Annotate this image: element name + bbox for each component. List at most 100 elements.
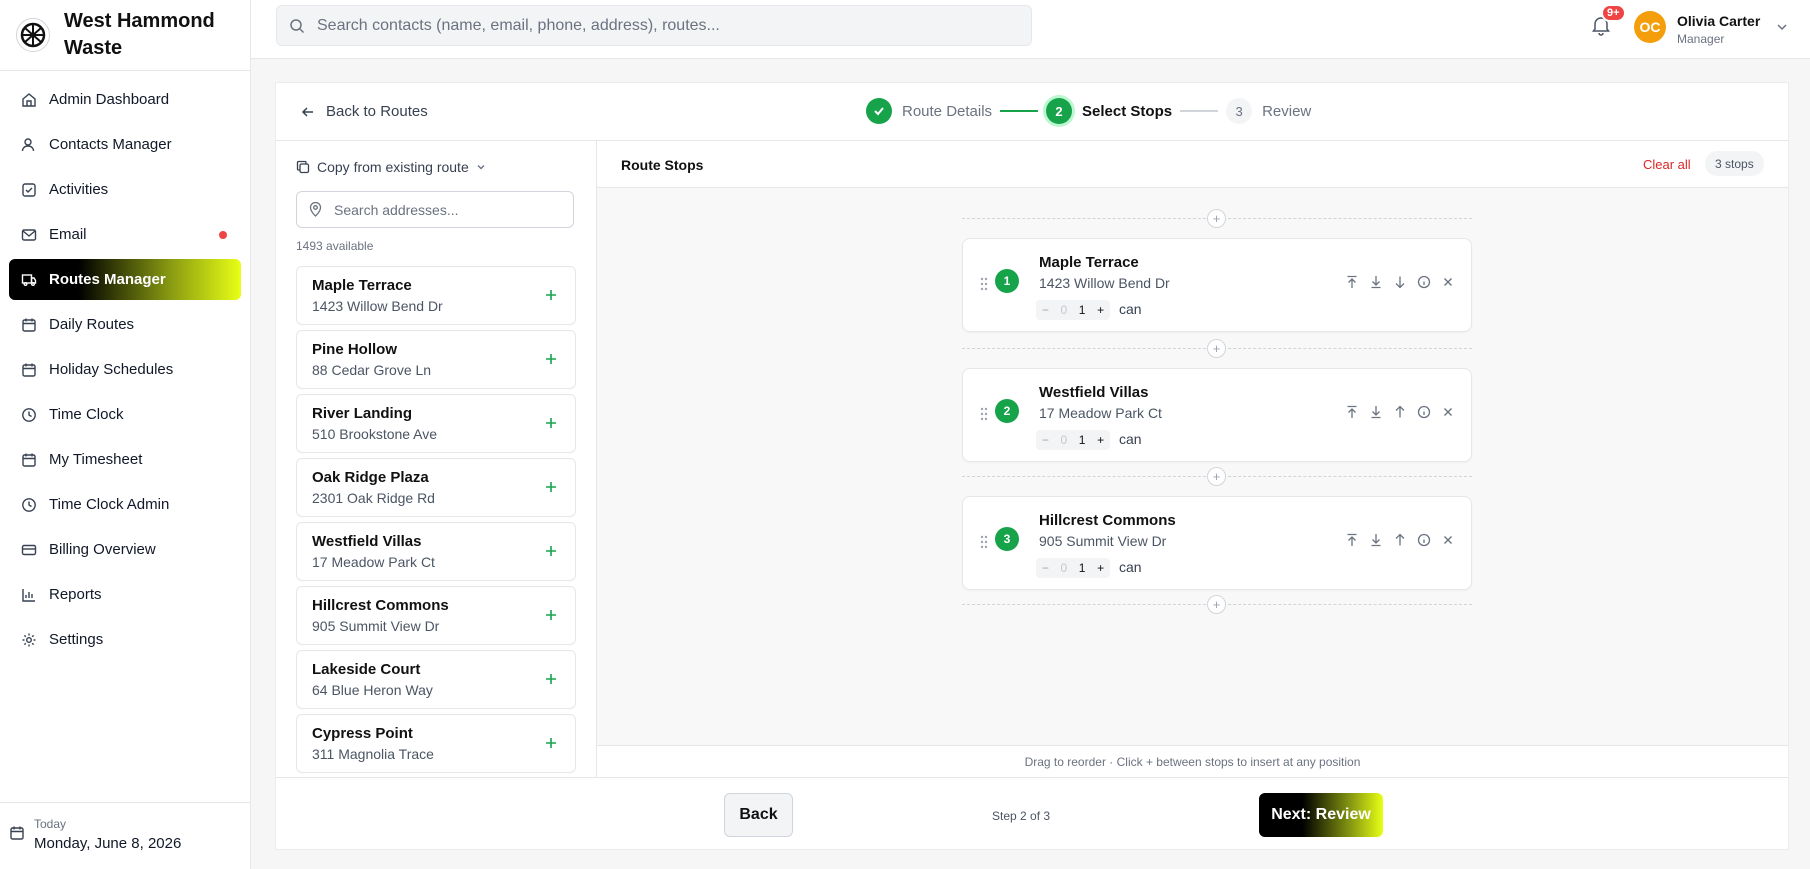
address-search[interactable] [296,191,574,228]
qty-value[interactable]: 1 [1079,433,1086,447]
info-icon[interactable] [1417,533,1431,547]
info-icon[interactable] [1417,405,1431,419]
sidebar-item-label: Billing Overview [49,541,156,558]
qty-decrement-button[interactable]: − [1042,433,1049,447]
move-to-top-icon[interactable] [1345,533,1359,547]
qty-increment-button[interactable]: + [1097,561,1104,575]
step-label-route-details[interactable]: Route Details [902,103,992,120]
address-item[interactable]: Westfield Villas 17 Meadow Park Ct [296,522,576,581]
sidebar-item-my-timesheet[interactable]: My Timesheet [9,439,241,480]
wizard-footer: Back Step 2 of 3 Next: Review [276,777,1788,849]
sidebar-item-email[interactable]: Email [9,214,241,255]
address-item[interactable]: Maple Terrace 1423 Willow Bend Dr [296,266,576,325]
add-stop-plus-icon[interactable] [543,607,559,623]
address-name: Pine Hollow [312,341,398,358]
global-search[interactable] [276,5,1032,46]
unread-dot [219,230,227,239]
address-item[interactable]: River Landing 510 Brookstone Ave [296,394,576,453]
next-review-button[interactable]: Next: Review [1259,793,1383,837]
stop-actions [1345,533,1465,547]
add-stop-plus-icon[interactable] [543,415,559,431]
insert-stop-slot[interactable]: + [962,466,1472,486]
sidebar-item-time-clock-admin[interactable]: Time Clock Admin [9,484,241,525]
qty-increment-button[interactable]: + [1097,433,1104,447]
move-up-icon[interactable] [1393,405,1407,419]
address-name: Lakeside Court [312,661,421,678]
address-item[interactable]: Lakeside Court 64 Blue Heron Way [296,650,576,709]
add-stop-plus-icon[interactable] [543,671,559,687]
remove-stop-icon[interactable] [1441,275,1455,289]
stop-actions [1345,275,1465,289]
search-input[interactable] [317,16,997,35]
insert-stop-slot[interactable]: + [962,208,1472,228]
step-connector [1180,110,1219,112]
route-stops-panel: Route Stops Clear all 3 stops + 1 Maple … [597,141,1788,777]
address-item[interactable]: Pine Hollow 88 Cedar Grove Ln [296,330,576,389]
back-to-routes-label: Back to Routes [326,103,428,120]
calendar-icon [9,825,25,841]
sidebar-item-label: Routes Manager [49,271,166,288]
move-to-bottom-icon[interactable] [1369,275,1383,289]
sidebar-item-time-clock[interactable]: Time Clock [9,394,241,435]
qty-value[interactable]: 1 [1079,303,1086,317]
stop-card[interactable]: 2 Westfield Villas 17 Meadow Park Ct − 0… [962,368,1472,462]
stop-number: 1 [995,269,1019,293]
insert-plus-icon[interactable]: + [1207,595,1226,614]
qty-unit: can [1119,559,1142,575]
remove-stop-icon[interactable] [1441,405,1455,419]
address-item[interactable]: Oak Ridge Plaza 2301 Oak Ridge Rd [296,458,576,517]
insert-plus-icon[interactable]: + [1207,339,1226,358]
sidebar-item-holiday-schedules[interactable]: Holiday Schedules [9,349,241,390]
sidebar-item-admin-dashboard[interactable]: Admin Dashboard [9,79,241,120]
sidebar-item-settings[interactable]: Settings [9,619,241,660]
move-to-bottom-icon[interactable] [1369,533,1383,547]
drag-handle-icon[interactable] [979,534,989,550]
user-name[interactable]: Olivia Carter [1677,13,1760,29]
avatar[interactable]: OC [1634,11,1666,43]
quantity-stepper: − 0 1 + [1036,430,1110,450]
sidebar-item-billing-overview[interactable]: Billing Overview [9,529,241,570]
stop-card[interactable]: 1 Maple Terrace 1423 Willow Bend Dr − 0 … [962,238,1472,332]
insert-plus-icon[interactable]: + [1207,209,1226,228]
drag-handle-icon[interactable] [979,276,989,292]
address-search-input[interactable] [334,201,564,218]
step-3-number: 3 [1226,98,1253,124]
sidebar-item-label: Time Clock Admin [49,496,170,513]
info-icon[interactable] [1417,275,1431,289]
back-to-routes-link[interactable]: Back to Routes [300,103,428,120]
add-stop-plus-icon[interactable] [543,287,559,303]
move-down-icon[interactable] [1393,275,1407,289]
checkbox-icon [21,182,37,198]
qty-value[interactable]: 1 [1079,561,1086,575]
move-up-icon[interactable] [1393,533,1407,547]
move-to-bottom-icon[interactable] [1369,405,1383,419]
qty-decrement-button[interactable]: − [1042,303,1049,317]
qty-decrement-button[interactable]: − [1042,561,1049,575]
move-to-top-icon[interactable] [1345,275,1359,289]
insert-plus-icon[interactable]: + [1207,467,1226,486]
remove-stop-icon[interactable] [1441,533,1455,547]
address-item[interactable]: Cypress Point 311 Magnolia Trace [296,714,576,773]
drag-handle-icon[interactable] [979,406,989,422]
qty-ghost-value: 0 [1060,303,1068,317]
back-button[interactable]: Back [724,793,793,837]
move-to-top-icon[interactable] [1345,405,1359,419]
sidebar-item-activities[interactable]: Activities [9,169,241,210]
insert-stop-slot[interactable]: + [962,338,1472,358]
add-stop-plus-icon[interactable] [543,479,559,495]
stop-card[interactable]: 3 Hillcrest Commons 905 Summit View Dr −… [962,496,1472,590]
sidebar-item-reports[interactable]: Reports [9,574,241,615]
address-item[interactable]: Hillcrest Commons 905 Summit View Dr [296,586,576,645]
insert-stop-slot[interactable]: + [962,594,1472,614]
sidebar-item-contacts-manager[interactable]: Contacts Manager [9,124,241,165]
chevron-down-icon[interactable] [1775,20,1789,34]
add-stop-plus-icon[interactable] [543,351,559,367]
add-stop-plus-icon[interactable] [543,543,559,559]
sidebar-item-daily-routes[interactable]: Daily Routes [9,304,241,345]
copy-from-route-dropdown[interactable]: Copy from existing route [296,159,487,175]
address-name: River Landing [312,405,413,422]
clear-all-button[interactable]: Clear all [1643,157,1691,172]
add-stop-plus-icon[interactable] [543,735,559,751]
qty-increment-button[interactable]: + [1097,303,1104,317]
sidebar-item-routes-manager[interactable]: Routes Manager [9,259,241,300]
